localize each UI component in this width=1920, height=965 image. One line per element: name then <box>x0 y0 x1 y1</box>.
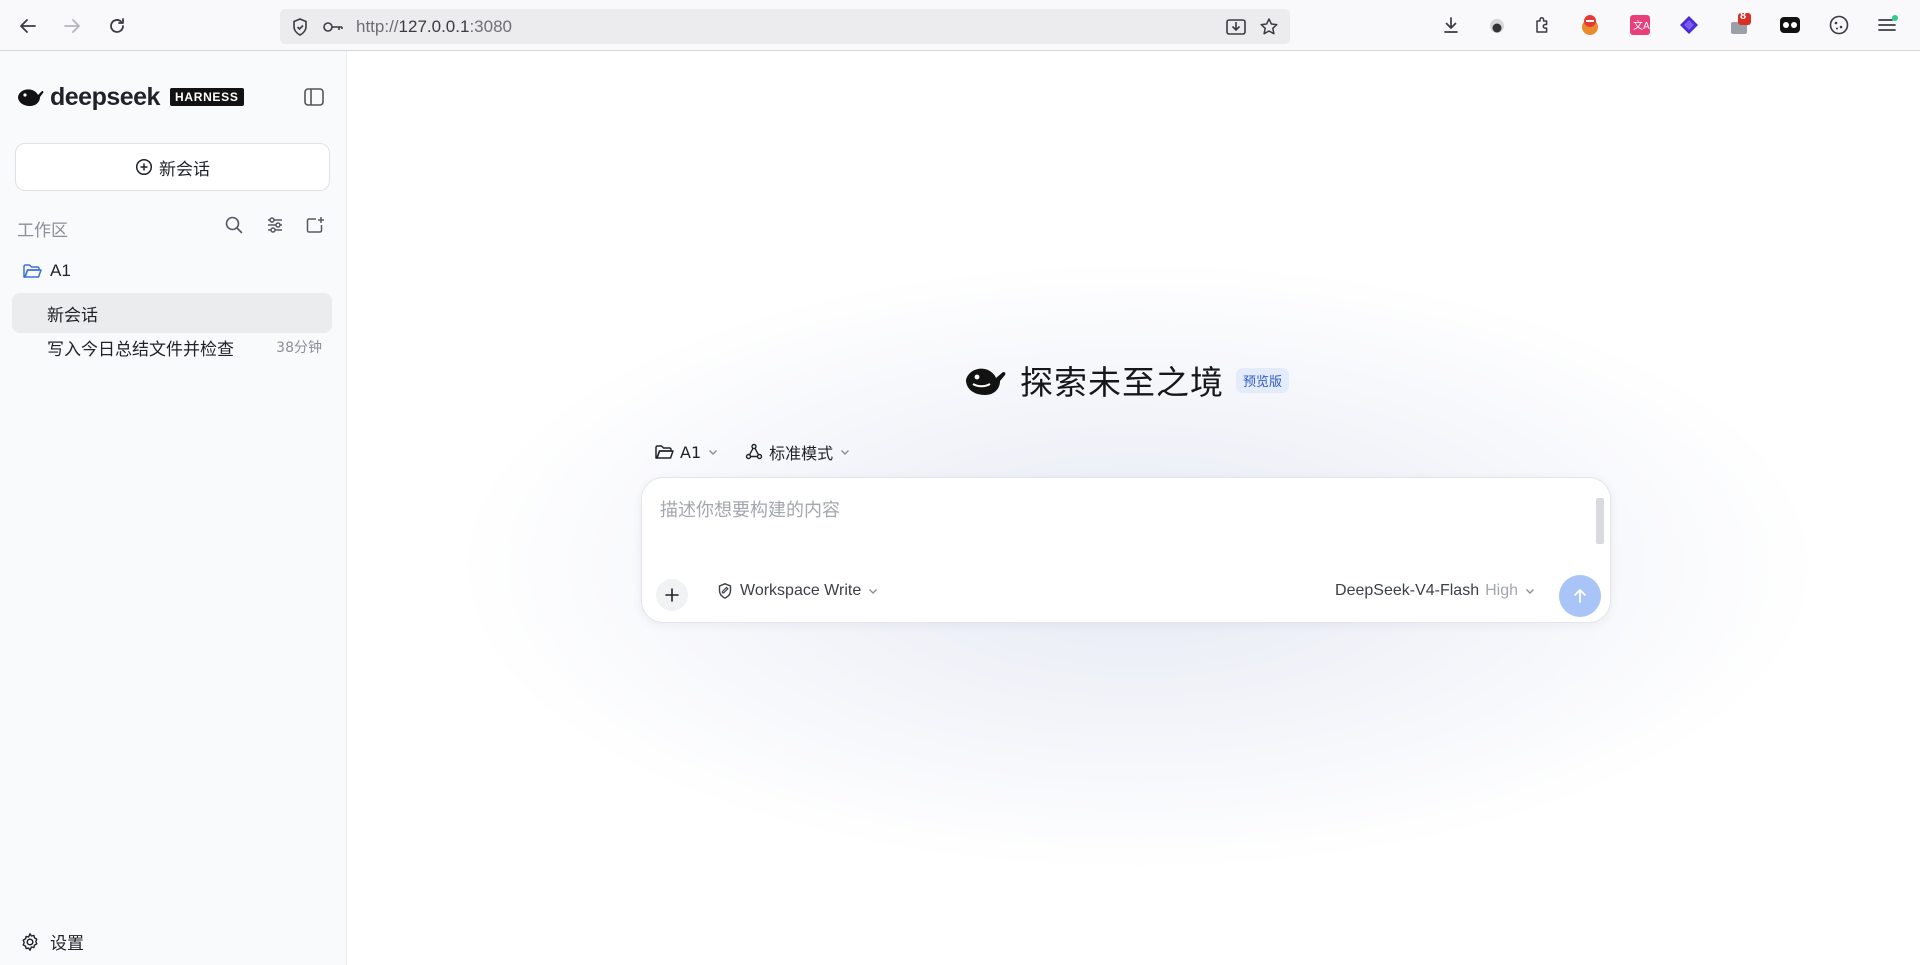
permission-selector[interactable]: Workspace Write <box>716 582 879 600</box>
key-icon[interactable] <box>322 17 343 37</box>
filter-icon[interactable] <box>263 213 287 237</box>
context-selectors: A1 标准模式 <box>654 440 851 464</box>
bookmark-star-icon[interactable] <box>1259 17 1279 37</box>
model-name: DeepSeek-V4-Flash <box>1335 582 1480 599</box>
svg-text:文A: 文A <box>1633 19 1650 32</box>
forward-icon[interactable] <box>56 10 88 42</box>
install-app-icon[interactable] <box>1225 17 1246 37</box>
extension-layers-icon[interactable] <box>1675 11 1703 39</box>
effort-label: High <box>1485 582 1518 599</box>
model-selector[interactable]: DeepSeek-V4-Flash High <box>1335 582 1536 600</box>
shield-icon[interactable] <box>290 17 310 37</box>
extensions-puzzle-icon[interactable] <box>1528 11 1556 39</box>
app-menu-icon[interactable] <box>1873 11 1901 39</box>
folder-open-icon <box>655 445 674 459</box>
hero-title: 探索未至之境 <box>1020 363 1224 402</box>
extension-badge-icon[interactable]: 8 <box>1726 10 1754 39</box>
address-bar[interactable]: http://127.0.0.1:3080 <box>280 9 1290 44</box>
folder-item-a1[interactable]: A1 <box>22 261 71 281</box>
new-chat-label: 新会话 <box>159 159 210 180</box>
extension-mask-icon[interactable] <box>1776 11 1804 39</box>
conversation-item[interactable]: 写入今日总结文件并检查 38分钟 <box>12 327 332 367</box>
chevron-down-icon <box>1526 589 1534 594</box>
whale-logo-icon <box>966 368 1006 395</box>
mode-icon <box>745 443 763 460</box>
downloads-icon[interactable] <box>1437 11 1465 39</box>
extension-badge-count: 8 <box>1740 10 1747 22</box>
new-folder-icon[interactable] <box>303 213 327 237</box>
chevron-down-icon <box>709 450 718 455</box>
settings-label: 设置 <box>50 934 84 954</box>
sidebar-toggle-icon[interactable] <box>302 85 326 109</box>
chevron-down-icon <box>869 589 878 594</box>
workspace-section-label: 工作区 <box>17 221 68 241</box>
sidebar: deepseek HARNESS 新会话 工作区 A1 新会话 写入今日总结文件… <box>0 51 347 965</box>
folder-name: A1 <box>50 261 71 280</box>
composer-scrollbar[interactable] <box>1596 498 1604 544</box>
brand-tag: HARNESS <box>169 88 244 106</box>
mode-selector-label: 标准模式 <box>769 444 834 463</box>
whale-logo-icon <box>18 89 44 106</box>
prompt-input[interactable] <box>660 496 1590 556</box>
conversation-title: 新会话 <box>47 305 98 326</box>
conversation-title: 写入今日总结文件并检查 <box>47 339 234 360</box>
brand-logo: deepseek HARNESS <box>16 82 244 112</box>
arrow-up-icon <box>1574 589 1586 603</box>
permission-label: Workspace Write <box>740 582 862 599</box>
plus-circle-icon <box>135 158 153 176</box>
extension-cookie-icon[interactable] <box>1825 11 1853 39</box>
settings-button[interactable]: 设置 <box>20 929 84 954</box>
new-chat-button[interactable]: 新会话 <box>15 143 330 191</box>
folder-open-icon <box>23 264 42 278</box>
gear-icon <box>22 932 38 951</box>
mode-selector[interactable]: 标准模式 <box>745 440 851 464</box>
attach-button[interactable] <box>656 579 688 611</box>
extension-blocker-icon[interactable] <box>1576 11 1604 39</box>
folder-selector-label: A1 <box>680 442 702 462</box>
plus-icon <box>665 588 679 602</box>
send-button[interactable] <box>1559 575 1601 617</box>
extension-translate-icon[interactable]: 文A <box>1626 11 1654 39</box>
folder-selector[interactable]: A1 <box>654 443 719 462</box>
url-text[interactable]: http://127.0.0.1:3080 <box>356 17 512 37</box>
prompt-composer: Workspace Write DeepSeek-V4-Flash High <box>641 477 1611 623</box>
browser-toolbar: http://127.0.0.1:3080 文A 8 <box>0 0 1920 51</box>
search-icon[interactable] <box>222 213 246 237</box>
extension-mouse-icon[interactable] <box>1483 11 1511 39</box>
shield-edit-icon <box>718 583 732 599</box>
hero-heading: 探索未至之境 预览版 <box>964 356 1290 404</box>
preview-badge: 预览版 <box>1236 367 1290 393</box>
reload-icon[interactable] <box>101 10 133 42</box>
brand-wordmark: deepseek <box>50 82 160 111</box>
chevron-down-icon <box>841 450 850 455</box>
back-icon[interactable] <box>12 10 44 42</box>
main-content: 探索未至之境 预览版 A1 标准模式 Workspace Write DeepS… <box>348 51 1920 965</box>
conversation-time: 38分钟 <box>276 340 322 356</box>
